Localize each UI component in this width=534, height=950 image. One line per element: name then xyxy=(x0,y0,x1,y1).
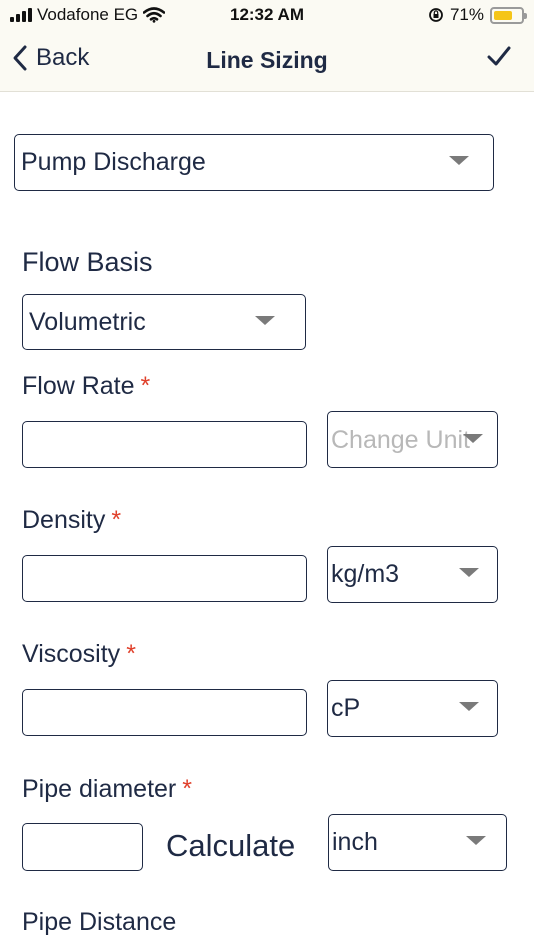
battery-percent: 71% xyxy=(449,5,484,24)
page-title: Line Sizing xyxy=(206,47,328,73)
pipe-diameter-label: Pipe diameter * xyxy=(22,775,192,804)
required-mark: * xyxy=(182,775,192,803)
calculate-button[interactable]: Calculate xyxy=(166,828,295,864)
confirm-button[interactable] xyxy=(486,44,512,73)
status-right: 71% xyxy=(428,5,527,25)
density-input[interactable] xyxy=(22,555,307,602)
service-select[interactable]: Pump Discharge xyxy=(14,134,494,191)
pipe-distance-label: Pipe Distance xyxy=(22,908,177,936)
density-unit-select[interactable]: kg/m3 xyxy=(327,546,498,603)
density-label: Density * xyxy=(22,506,121,535)
battery-icon xyxy=(490,6,527,24)
orientation-lock-icon xyxy=(429,8,443,22)
chevron-down-icon xyxy=(449,156,469,165)
flow-rate-label-text: Flow Rate xyxy=(22,372,135,400)
service-select-value: Pump Discharge xyxy=(21,148,206,176)
viscosity-label: Viscosity * xyxy=(22,640,136,669)
checkmark-icon xyxy=(487,46,511,66)
chevron-down-icon xyxy=(466,836,486,845)
flow-rate-label: Flow Rate * xyxy=(22,372,150,401)
chevron-down-icon xyxy=(459,568,479,577)
pipe-diameter-input[interactable] xyxy=(22,823,143,871)
pipe-diameter-label-text: Pipe diameter xyxy=(22,775,177,803)
chevron-down-icon xyxy=(255,316,275,325)
chevron-down-icon xyxy=(463,434,483,443)
required-mark: * xyxy=(111,506,122,534)
viscosity-unit-select[interactable]: cP xyxy=(327,680,498,737)
pipe-diameter-unit-select[interactable]: inch xyxy=(328,814,507,871)
flow-rate-unit-placeholder: Change Unit xyxy=(331,426,470,454)
flow-basis-value: Volumetric xyxy=(29,308,146,336)
status-bar: Vodafone EG 12:32 AM 71% xyxy=(0,0,534,30)
viscosity-label-text: Viscosity xyxy=(22,640,121,668)
flow-basis-select[interactable]: Volumetric xyxy=(22,294,306,350)
nav-bar: Back Line Sizing xyxy=(0,30,534,92)
chevron-down-icon xyxy=(459,702,479,711)
flow-basis-title: Flow Basis xyxy=(22,247,153,277)
flow-rate-unit-select[interactable]: Change Unit xyxy=(327,411,498,468)
required-mark: * xyxy=(140,372,151,400)
density-unit-value: kg/m3 xyxy=(331,560,400,588)
required-mark: * xyxy=(126,640,136,668)
pipe-diameter-unit-value: inch xyxy=(332,828,378,856)
density-label-text: Density xyxy=(22,506,106,534)
flow-rate-input[interactable] xyxy=(22,421,307,468)
viscosity-unit-value: cP xyxy=(331,694,361,722)
viscosity-input[interactable] xyxy=(22,689,307,736)
